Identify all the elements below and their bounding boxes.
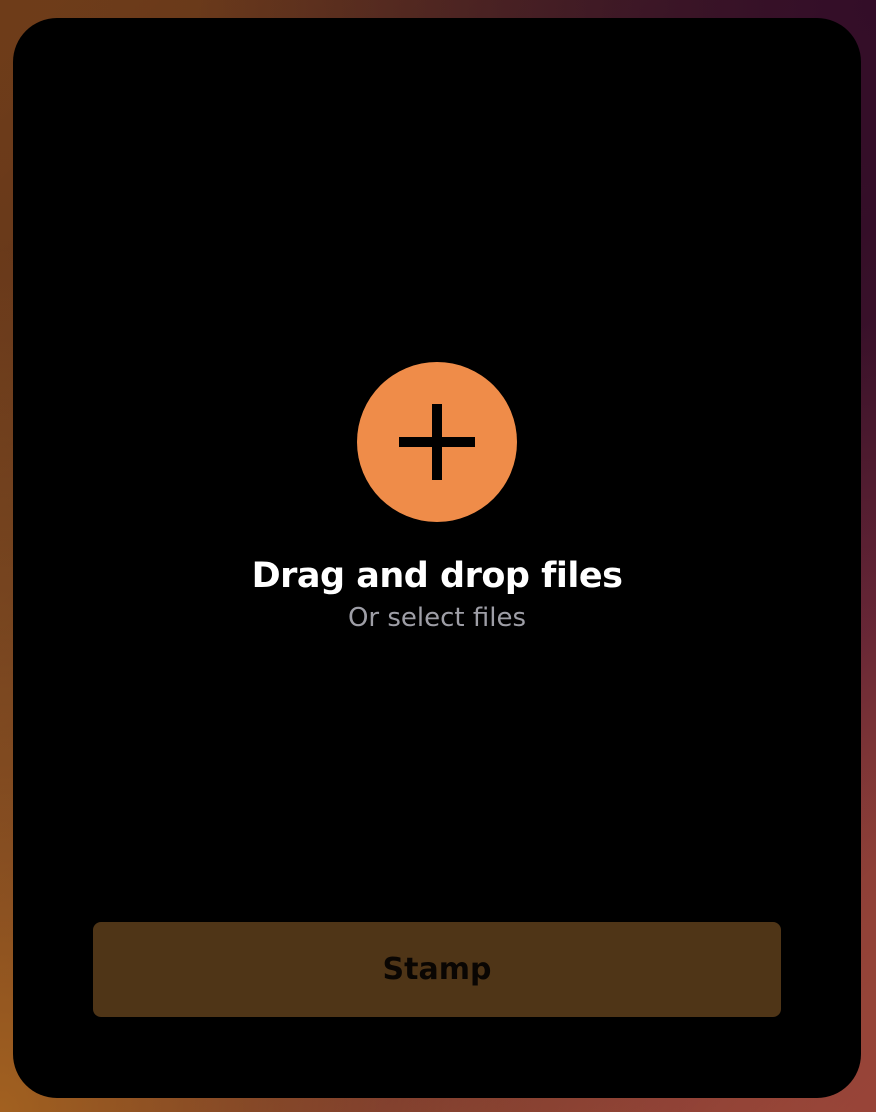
file-drop-zone[interactable]: Drag and drop files Or select files: [13, 362, 861, 636]
add-files-button[interactable]: [357, 362, 517, 522]
select-files-link[interactable]: Or select files: [348, 600, 526, 636]
stamp-button[interactable]: Stamp: [93, 922, 781, 1017]
upload-card: Drag and drop files Or select files Stam…: [13, 18, 861, 1098]
drop-title: Drag and drop files: [251, 556, 623, 596]
plus-icon: [399, 404, 475, 480]
